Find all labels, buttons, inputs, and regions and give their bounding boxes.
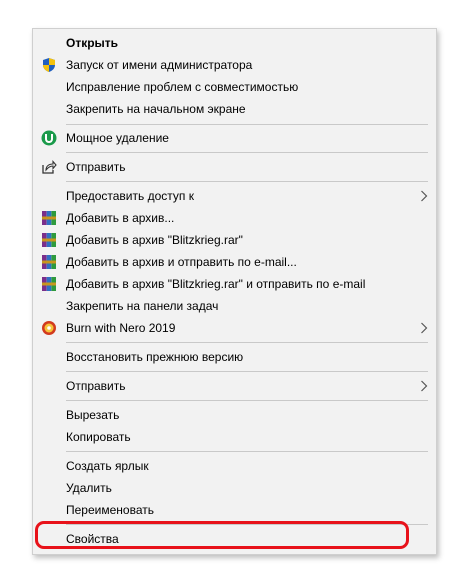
menu-item-label: Копировать (66, 430, 131, 444)
menu-item-cut[interactable]: Вырезать (33, 404, 436, 426)
menu-item-label: Создать ярлык (66, 459, 149, 473)
menu-item-label: Burn with Nero 2019 (66, 321, 176, 335)
menu-item-rename[interactable]: Переименовать (33, 499, 436, 521)
menu-item-create-shortcut[interactable]: Создать ярлык (33, 455, 436, 477)
menu-item-label: Добавить в архив "Blitzkrieg.rar" (66, 233, 243, 247)
shield-icon (43, 58, 55, 72)
winrar-icon (42, 277, 56, 291)
menu-separator (66, 152, 428, 153)
menu-separator (66, 400, 428, 401)
menu-item-burn-with-nero[interactable]: Burn with Nero 2019 (33, 317, 436, 339)
menu-item-label: Закрепить на начальном экране (66, 102, 246, 116)
menu-item-label: Восстановить прежнюю версию (66, 350, 244, 364)
chevron-right-icon (421, 190, 428, 202)
menu-item-share[interactable]: Отправить (33, 156, 436, 178)
menu-item-label: Свойства (66, 532, 119, 546)
menu-item-troubleshoot-compatibility[interactable]: Исправление проблем с совместимостью (33, 76, 436, 98)
menu-item-open[interactable]: Открыть (33, 32, 436, 54)
menu-item-label: Отправить (66, 379, 126, 393)
menu-item-label: Закрепить на панели задач (66, 299, 219, 313)
winrar-icon (42, 211, 56, 225)
menu-item-label: Переименовать (66, 503, 154, 517)
menu-item-give-access[interactable]: Предоставить доступ к (33, 185, 436, 207)
menu-item-label: Предоставить доступ к (66, 189, 194, 203)
menu-item-label: Добавить в архив... (66, 211, 175, 225)
menu-item-restore-previous-version[interactable]: Восстановить прежнюю версию (33, 346, 436, 368)
menu-item-pin-to-start[interactable]: Закрепить на начальном экране (33, 98, 436, 120)
menu-item-properties[interactable]: Свойства (33, 528, 436, 550)
menu-item-add-to-archive[interactable]: Добавить в архив... (33, 207, 436, 229)
menu-item-add-to-blitzkrieg-rar-and-email[interactable]: Добавить в архив "Blitzkrieg.rar" и отпр… (33, 273, 436, 295)
menu-item-pin-to-taskbar[interactable]: Закрепить на панели задач (33, 295, 436, 317)
winrar-icon (42, 233, 56, 247)
menu-item-label: Добавить в архив "Blitzkrieg.rar" и отпр… (66, 277, 366, 291)
menu-item-label: Удалить (66, 481, 112, 495)
menu-item-delete[interactable]: Удалить (33, 477, 436, 499)
chevron-right-icon (421, 322, 428, 334)
share-icon (42, 160, 57, 174)
menu-separator (66, 451, 428, 452)
nero-icon (42, 321, 56, 335)
winrar-icon (42, 255, 56, 269)
menu-item-run-as-admin[interactable]: Запуск от имени администратора (33, 54, 436, 76)
menu-item-send-to[interactable]: Отправить (33, 375, 436, 397)
menu-separator (66, 342, 428, 343)
menu-item-add-to-blitzkrieg-rar[interactable]: Добавить в архив "Blitzkrieg.rar" (33, 229, 436, 251)
uninstall-icon (41, 130, 57, 146)
menu-item-label: Запуск от имени администратора (66, 58, 253, 72)
menu-item-label: Мощное удаление (66, 131, 169, 145)
menu-item-powerful-uninstall[interactable]: Мощное удаление (33, 127, 436, 149)
menu-separator (66, 181, 428, 182)
menu-item-label: Исправление проблем с совместимостью (66, 80, 299, 94)
menu-item-label: Добавить в архив и отправить по e-mail..… (66, 255, 297, 269)
chevron-right-icon (421, 380, 428, 392)
menu-item-label: Отправить (66, 160, 126, 174)
menu-item-copy[interactable]: Копировать (33, 426, 436, 448)
menu-item-label: Открыть (66, 36, 119, 50)
menu-item-add-to-archive-and-email[interactable]: Добавить в архив и отправить по e-mail..… (33, 251, 436, 273)
menu-separator (66, 371, 428, 372)
menu-separator (66, 124, 428, 125)
menu-item-label: Вырезать (66, 408, 120, 422)
menu-separator (66, 524, 428, 525)
context-menu: Открыть Запуск от имени администратора И… (32, 28, 437, 555)
